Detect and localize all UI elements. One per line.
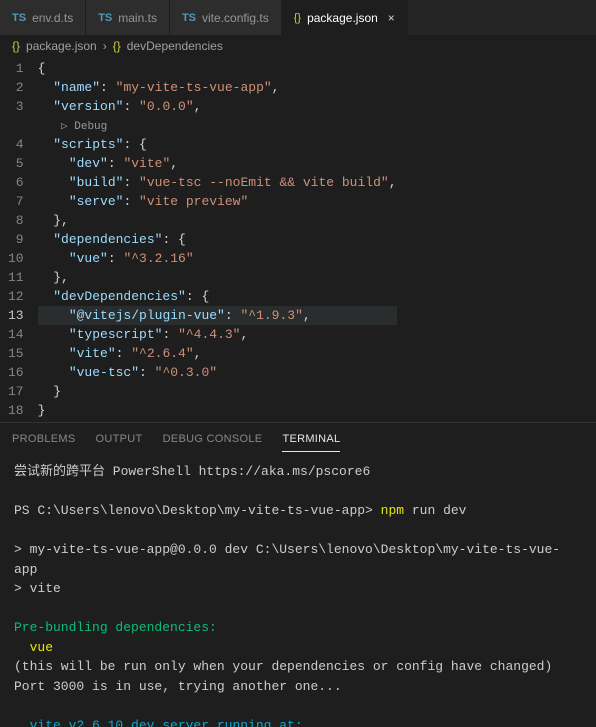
tab-label: vite.config.ts [202, 11, 269, 25]
typescript-icon: TS [98, 12, 112, 24]
tab-terminal[interactable]: TERMINAL [282, 429, 340, 452]
terminal-line: > my-vite-ts-vue-app@0.0.0 dev C:\Users\… [14, 540, 582, 579]
tab-label: package.json [307, 11, 378, 25]
debug-codelens[interactable]: ▷ Debug [61, 121, 107, 133]
terminal-line: vite v2.6.10 dev server running at: [14, 716, 582, 727]
breadcrumb[interactable]: {} package.json › {} devDependencies [0, 35, 596, 57]
tab-debug-console[interactable]: DEBUG CONSOLE [163, 429, 263, 452]
terminal-line: vue [14, 638, 582, 658]
tab-main[interactable]: TS main.ts [86, 0, 170, 35]
tab-label: env.d.ts [32, 11, 73, 25]
code-editor[interactable]: 1 2 3 4 5 6 7 8 9 10 11 12 13 14 15 16 1… [0, 57, 596, 422]
terminal-line: Pre-bundling dependencies: [14, 618, 582, 638]
tab-env[interactable]: TS env.d.ts [0, 0, 86, 35]
terminal-line: PS C:\Users\lenovo\Desktop\my-vite-ts-vu… [14, 501, 582, 521]
panel-tabs: PROBLEMS OUTPUT DEBUG CONSOLE TERMINAL [0, 422, 596, 452]
terminal-line: > vite [14, 579, 582, 599]
tab-viteconfig[interactable]: TS vite.config.ts [170, 0, 282, 35]
breadcrumb-file: package.json [26, 39, 97, 53]
terminal-line: 尝试新的跨平台 PowerShell https://aka.ms/pscore… [14, 462, 582, 482]
json-icon: {} [113, 39, 121, 53]
breadcrumb-symbol: devDependencies [127, 39, 223, 53]
tab-package-json[interactable]: {} package.json × [282, 0, 408, 35]
line-gutter: 1 2 3 4 5 6 7 8 9 10 11 12 13 14 15 16 1… [0, 57, 38, 422]
json-icon: {} [12, 39, 20, 53]
tab-bar: TS env.d.ts TS main.ts TS vite.config.ts… [0, 0, 596, 35]
tab-output[interactable]: OUTPUT [96, 429, 143, 452]
terminal-panel[interactable]: 尝试新的跨平台 PowerShell https://aka.ms/pscore… [0, 452, 596, 727]
typescript-icon: TS [182, 12, 196, 24]
close-icon[interactable]: × [388, 11, 395, 25]
terminal-line: (this will be run only when your depende… [14, 657, 582, 677]
terminal-line: Port 3000 is in use, trying another one.… [14, 677, 582, 697]
typescript-icon: TS [12, 12, 26, 24]
chevron-right-icon: › [103, 39, 107, 53]
tab-label: main.ts [118, 11, 157, 25]
code-content[interactable]: { "name": "my-vite-ts-vue-app", "version… [38, 57, 397, 422]
json-icon: {} [294, 12, 301, 24]
tab-problems[interactable]: PROBLEMS [12, 429, 76, 452]
